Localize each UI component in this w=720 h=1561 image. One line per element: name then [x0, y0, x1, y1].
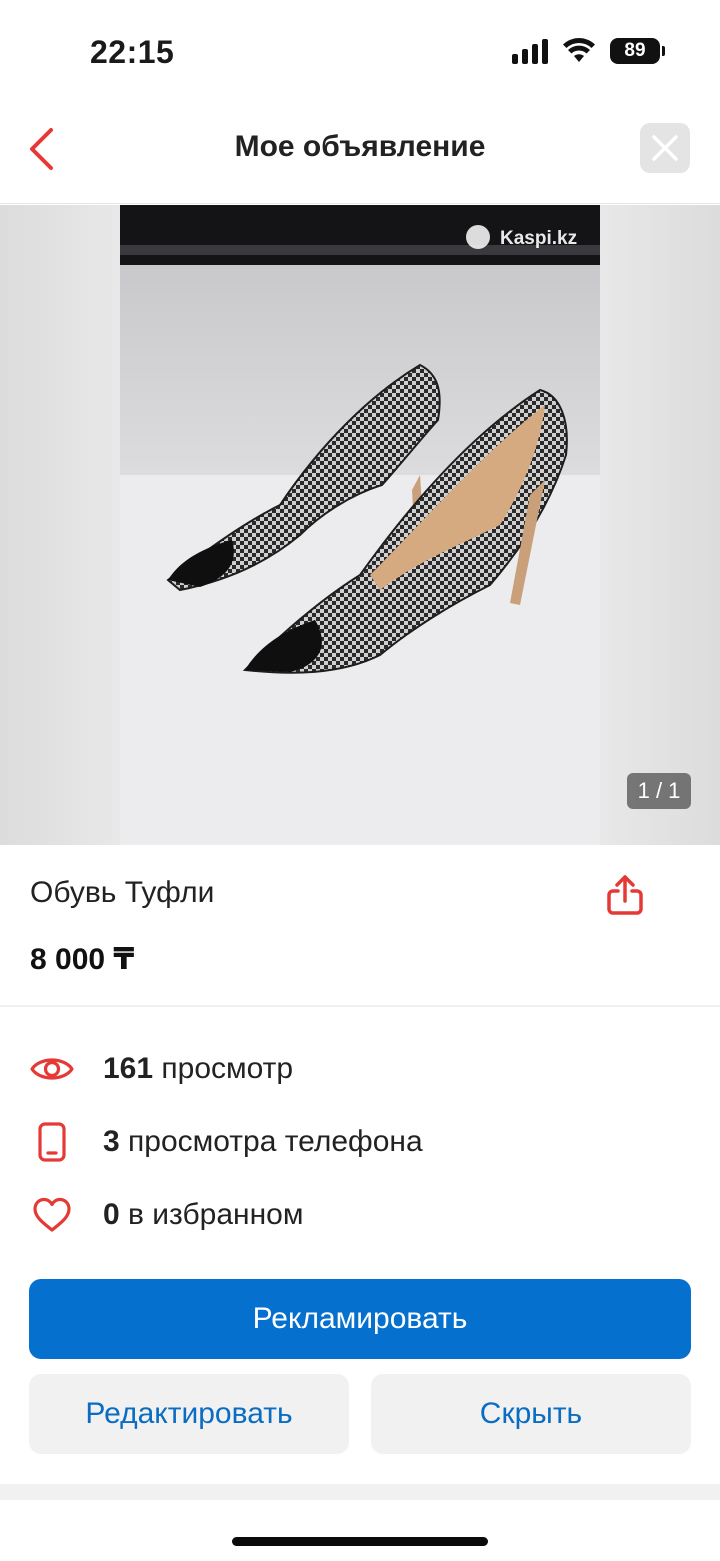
- photo-gallery[interactable]: Kaspi.kz: [0, 205, 720, 845]
- phone-views-count: 3: [103, 1125, 120, 1158]
- battery-icon: 89: [610, 38, 665, 64]
- status-bar: 22:15 89: [0, 0, 720, 100]
- heart-icon: [30, 1193, 74, 1237]
- wifi-icon: [563, 38, 595, 62]
- section-divider: [0, 1005, 720, 1007]
- listing-price: 8 000 ₸: [30, 943, 135, 976]
- close-button[interactable]: [640, 123, 690, 173]
- listing-title: Обувь Туфли: [30, 876, 215, 909]
- stat-views: 161 просмотр: [30, 1044, 690, 1094]
- battery-level: 89: [624, 40, 646, 61]
- stat-phone-views: 3 просмотра телефона: [30, 1117, 690, 1167]
- product-photo[interactable]: Kaspi.kz: [120, 205, 600, 845]
- share-button[interactable]: [600, 870, 650, 920]
- signal-icon: [512, 38, 548, 64]
- eye-icon: [30, 1047, 74, 1091]
- status-time: 22:15: [90, 34, 175, 70]
- status-icons: 89: [512, 38, 665, 64]
- phone-views-label: просмотра телефона: [119, 1125, 423, 1158]
- page-title: Мое объявление: [234, 130, 486, 163]
- navigation-header: Мое объявление: [0, 100, 720, 204]
- home-indicator[interactable]: [232, 1537, 488, 1546]
- watermark-text: Kaspi.kz: [500, 228, 577, 249]
- phone-icon: [30, 1120, 74, 1164]
- photo-backdrop-left: [0, 205, 120, 845]
- hide-button[interactable]: Скрыть: [371, 1374, 691, 1454]
- views-label: просмотр: [153, 1052, 294, 1085]
- bottom-separator: [0, 1484, 720, 1500]
- photo-counter: 1 / 1: [627, 773, 691, 809]
- shoes-image: Kaspi.kz: [120, 205, 600, 845]
- close-icon: [652, 135, 678, 161]
- photo-backdrop-right: [600, 205, 720, 845]
- views-count: 161: [103, 1052, 154, 1085]
- share-icon: [607, 875, 643, 915]
- edit-button[interactable]: Редактировать: [29, 1374, 349, 1454]
- promote-button[interactable]: Рекламировать: [29, 1279, 691, 1359]
- stat-favorites: 0 в избранном: [30, 1190, 690, 1240]
- favorites-label: в избранном: [119, 1198, 304, 1231]
- favorites-count: 0: [103, 1198, 120, 1231]
